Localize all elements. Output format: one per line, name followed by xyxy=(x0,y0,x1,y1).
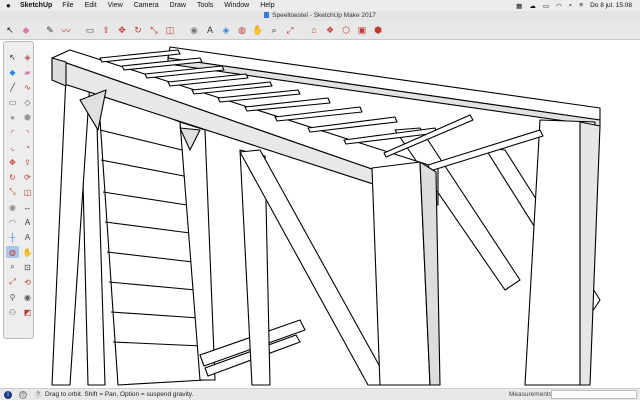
menubar-status-area: ▦ ☁ ▭ ◠ ⌕ ≡ Do 8 jul. 15:08 xyxy=(516,0,632,11)
palette-make-component-icon[interactable]: ◈ xyxy=(21,51,34,63)
control-center-icon[interactable]: ≡ xyxy=(579,2,583,9)
wifi-icon[interactable]: ◠ xyxy=(556,2,562,10)
menu-draw[interactable]: Draw xyxy=(170,2,186,9)
palette-line-icon[interactable]: ╱ xyxy=(6,81,19,93)
orbit-icon[interactable]: ◍ xyxy=(236,24,248,36)
window-titlebar: Speeltoestel - SketchUp Make 2017 xyxy=(0,11,640,21)
palette-tape-measure-icon[interactable]: ◉ xyxy=(6,201,19,213)
app-menu[interactable]: SketchUp xyxy=(20,2,52,9)
apple-menu-icon[interactable]: ● xyxy=(6,1,14,10)
palette-paint-icon[interactable]: ◆ xyxy=(6,66,19,78)
palette-pan-icon[interactable]: ✋ xyxy=(21,246,34,258)
offset-icon[interactable]: ◫ xyxy=(164,24,176,36)
layout-icon[interactable]: ▣ xyxy=(356,24,368,36)
pan-icon[interactable]: ✋ xyxy=(252,24,264,36)
status-bar: i ◎ ? Drag to orbit. Shift = Pan, Option… xyxy=(0,388,640,400)
text-icon[interactable]: A xyxy=(204,24,216,36)
extension-warehouse-icon[interactable]: ❖ xyxy=(324,24,336,36)
palette-protractor-icon[interactable]: ◠ xyxy=(6,216,19,228)
share-model-icon[interactable]: ⬡ xyxy=(340,24,352,36)
palette-text-icon[interactable]: A xyxy=(21,216,34,228)
menu-camera[interactable]: Camera xyxy=(134,2,159,9)
palette-scale-icon[interactable]: ⤡ xyxy=(6,186,19,198)
palette-offset-icon[interactable]: ◫ xyxy=(21,186,34,198)
palette-previous-view-icon[interactable]: ⟲ xyxy=(21,276,34,288)
palette-circle-icon[interactable]: ● xyxy=(6,111,19,123)
palette-zoom-window-icon[interactable]: ⊡ xyxy=(21,261,34,273)
geo-location-icon[interactable]: ◎ xyxy=(19,390,27,399)
zoom-icon[interactable]: ⌕ xyxy=(268,24,280,36)
rectangle-icon[interactable]: ▭ xyxy=(84,24,96,36)
palette-orbit-icon[interactable]: ◍ xyxy=(6,246,19,258)
menubar-datetime[interactable]: Do 8 jul. 15:08 xyxy=(590,2,632,9)
document-icon xyxy=(264,12,270,18)
menu-view[interactable]: View xyxy=(108,2,123,9)
palette-walk-icon[interactable]: ⚇ xyxy=(6,306,19,318)
push-pull-icon[interactable]: ⇪ xyxy=(100,24,112,36)
palette-three-point-arc-icon[interactable]: ◟ xyxy=(6,141,19,153)
palette-rectangle-icon[interactable]: ▭ xyxy=(6,96,19,108)
large-tool-set-palette: ↖ ◈ ◆ ▰ ╱ ∿ ▭ ◇ ● ⬢ ◜ ◝ ◟ ◔ ✥ ⇪ ↻ ⟳ ⤡ ◫ ◉ ↔ ◠ A ┼ A ◍ ✋ ⌕ ⊡ ⤢ ⟲ ⚲ ◉ ⚇ ◩ xyxy=(3,41,34,339)
status-hint: Drag to orbit. Shift = Pan, Option = sus… xyxy=(45,391,194,398)
palette-push-pull-icon[interactable]: ⇪ xyxy=(21,156,34,168)
menu-edit[interactable]: Edit xyxy=(85,2,97,9)
main-toolbar: ↖ ◆ ✎ 〰 ▭ ⇪ ✥ ↻ ⤡ ◫ ◉ A ◈ ◍ ✋ ⌕ ⤢ ⌂ ❖ ⬡ ▣ ⬢ xyxy=(0,21,640,40)
model-canvas[interactable] xyxy=(38,41,640,386)
spotlight-icon[interactable]: ⌕ xyxy=(569,2,573,10)
extensions-icon[interactable]: ⬢ xyxy=(372,24,384,36)
tape-measure-icon[interactable]: ◉ xyxy=(188,24,200,36)
menu-file[interactable]: File xyxy=(62,2,73,9)
palette-select-icon[interactable]: ↖ xyxy=(6,51,19,63)
window-title: Speeltoestel - SketchUp Make 2017 xyxy=(272,12,376,19)
warehouse-icon[interactable]: ⌂ xyxy=(308,24,320,36)
rotate-icon[interactable]: ↻ xyxy=(132,24,144,36)
help-icon[interactable]: ? xyxy=(34,390,42,399)
palette-arc-icon[interactable]: ◜ xyxy=(6,126,19,138)
palette-look-around-icon[interactable]: ◉ xyxy=(21,291,34,303)
select-arrow-icon[interactable]: ↖ xyxy=(4,24,16,36)
palette-position-camera-icon[interactable]: ⚲ xyxy=(6,291,19,303)
move-icon[interactable]: ✥ xyxy=(116,24,128,36)
palette-3d-text-icon[interactable]: A xyxy=(21,231,34,243)
scale-icon[interactable]: ⤡ xyxy=(148,24,160,36)
palette-zoom-extents-icon[interactable]: ⤢ xyxy=(6,276,19,288)
palette-rotated-rectangle-icon[interactable]: ◇ xyxy=(21,96,34,108)
menu-window[interactable]: Window xyxy=(224,2,249,9)
palette-axes-icon[interactable]: ┼ xyxy=(6,231,19,243)
model-viewport[interactable] xyxy=(38,41,640,386)
dropbox-icon[interactable]: ▦ xyxy=(516,2,522,10)
palette-pie-icon[interactable]: ◔ xyxy=(21,141,34,153)
palette-zoom-icon[interactable]: ⌕ xyxy=(6,261,19,273)
palette-rotate-icon[interactable]: ↻ xyxy=(6,171,19,183)
palette-move-icon[interactable]: ✥ xyxy=(6,156,19,168)
zoom-extents-icon[interactable]: ⤢ xyxy=(284,24,296,36)
battery-icon[interactable]: ▭ xyxy=(543,2,549,10)
palette-section-plane-icon[interactable]: ◩ xyxy=(21,306,34,318)
line-pencil-icon[interactable]: ✎ xyxy=(44,24,56,36)
cloud-icon[interactable]: ☁ xyxy=(529,2,536,10)
menu-help[interactable]: Help xyxy=(260,2,274,9)
palette-eraser-icon[interactable]: ▰ xyxy=(21,66,34,78)
macos-menubar: ● SketchUp File Edit View Camera Draw To… xyxy=(0,0,640,11)
measurements-input[interactable] xyxy=(551,390,637,399)
palette-follow-me-icon[interactable]: ⟳ xyxy=(21,171,34,183)
eraser-icon[interactable]: ◆ xyxy=(20,24,32,36)
palette-two-point-arc-icon[interactable]: ◝ xyxy=(21,126,34,138)
palette-polygon-icon[interactable]: ⬢ xyxy=(21,111,34,123)
measurements-label: Measurements xyxy=(509,391,552,398)
paint-bucket-icon[interactable]: ◈ xyxy=(220,24,232,36)
info-icon[interactable]: i xyxy=(4,390,12,399)
palette-dimension-icon[interactable]: ↔ xyxy=(21,201,34,213)
freehand-icon[interactable]: 〰 xyxy=(60,24,72,36)
menu-tools[interactable]: Tools xyxy=(197,2,213,9)
palette-freehand-icon[interactable]: ∿ xyxy=(21,81,34,93)
